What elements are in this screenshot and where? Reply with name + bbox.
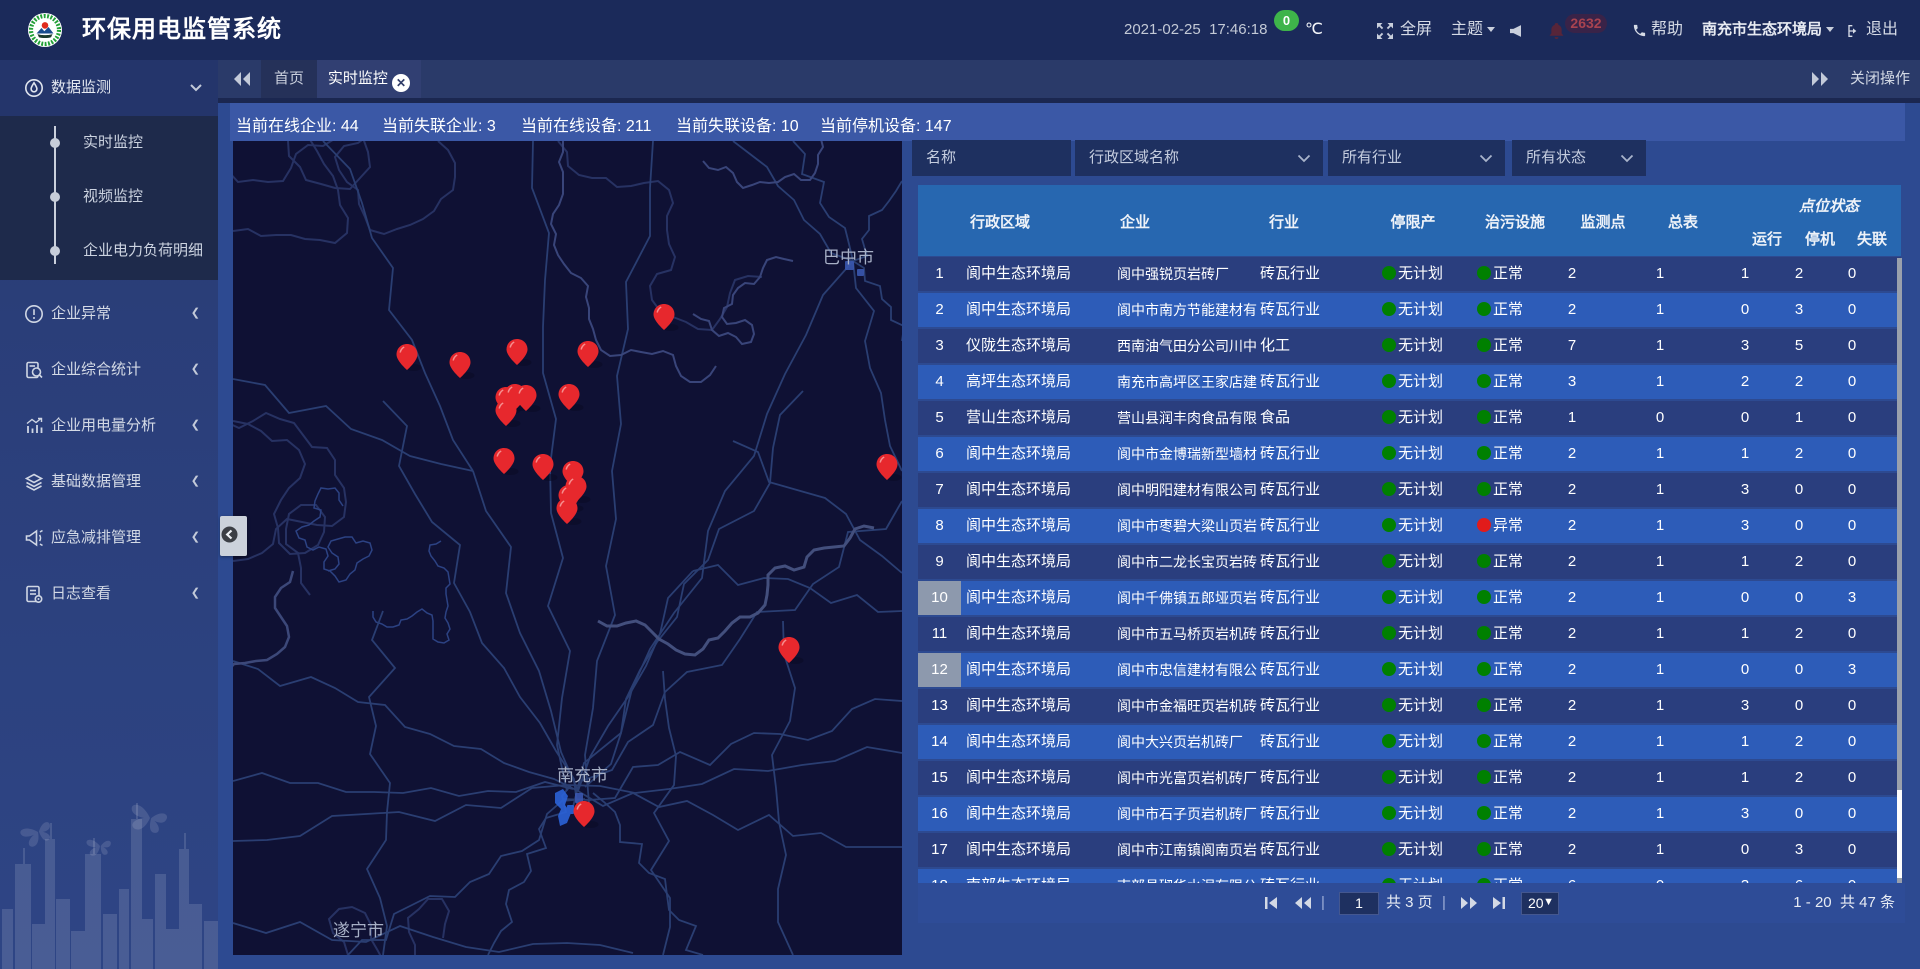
- svg-text:南充市: 南充市: [557, 766, 608, 785]
- svg-text:巴中市: 巴中市: [823, 248, 874, 267]
- svg-text:遂宁市: 遂宁市: [333, 921, 384, 940]
